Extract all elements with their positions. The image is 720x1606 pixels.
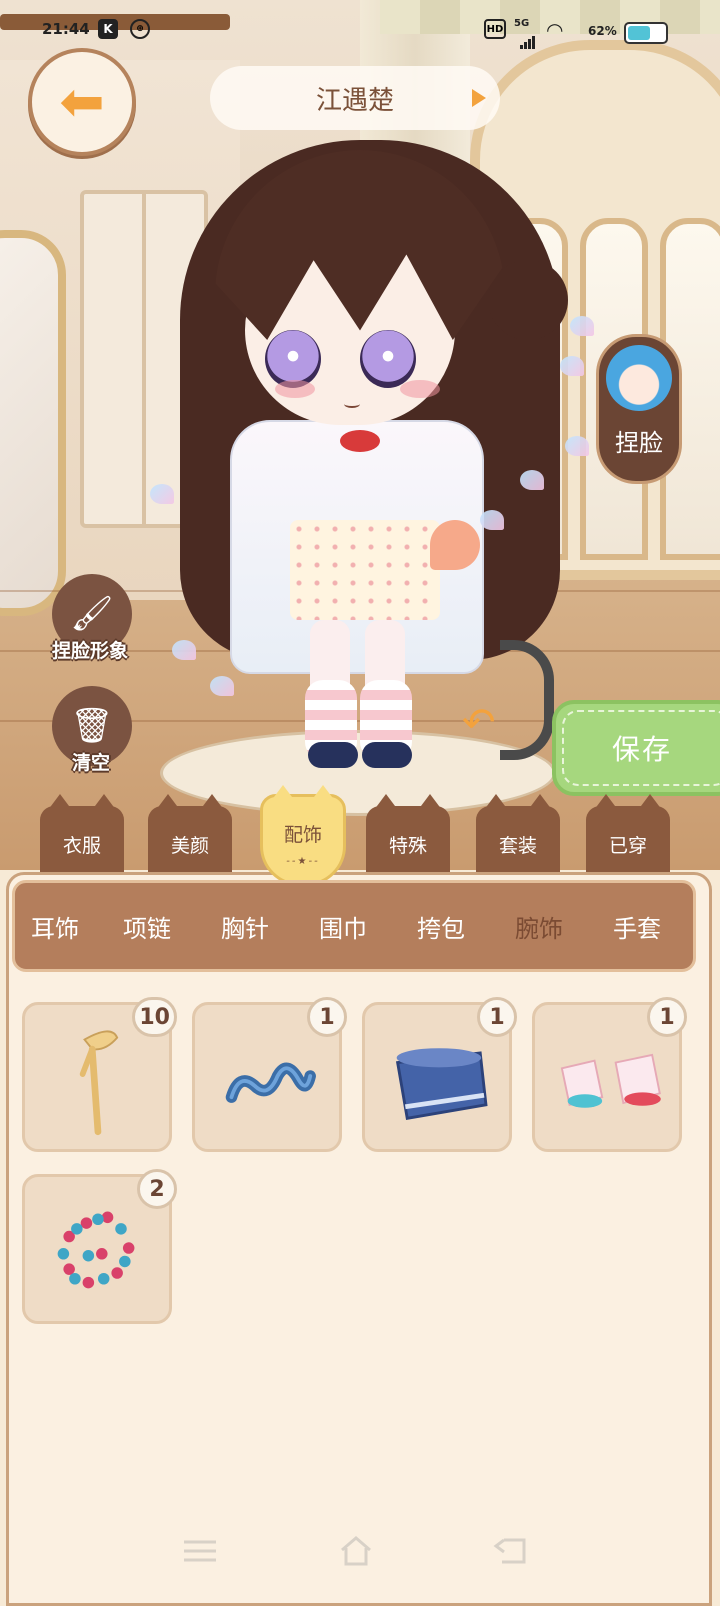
brush-icon: 🖌: [70, 594, 114, 634]
character-mouth: [344, 400, 360, 408]
tab-special[interactable]: 特殊: [366, 794, 450, 872]
status-time: 21:44: [42, 20, 90, 38]
pinch-face-button[interactable]: 捏脸: [596, 334, 682, 484]
butterfly-icon: [210, 676, 234, 696]
back-button[interactable]: ⬅: [28, 48, 136, 156]
butterfly-icon: [480, 510, 504, 530]
item-count-badge: 10: [132, 997, 177, 1037]
character-eye: [360, 330, 416, 388]
app-k-icon: K: [98, 19, 118, 39]
system-nav-bar: [0, 1530, 720, 1580]
clear-label: 清空: [72, 752, 111, 774]
subtab-earrings[interactable]: 耳饰: [31, 909, 79, 944]
tab-label: 套装: [498, 835, 537, 857]
tab-decoration: --★--: [286, 856, 320, 867]
avatar: [606, 345, 672, 411]
subtab-bracelet[interactable]: 腕饰: [515, 909, 563, 944]
battery-icon: [624, 22, 668, 44]
item-count-badge: 1: [307, 997, 347, 1037]
butterfly-icon: [520, 470, 544, 490]
menu-icon[interactable]: [180, 1534, 220, 1568]
item-count-badge: 2: [137, 1169, 177, 1209]
subtab-shoulder-bag[interactable]: 挎包: [417, 909, 465, 944]
trash-icon: 🗑: [70, 706, 114, 746]
tab-label: 配饰: [283, 823, 322, 846]
character-bag: [430, 520, 480, 570]
hd-icon: HD: [484, 19, 506, 39]
status-bar: 21:44 K ⊕ HD 5G ◠ 62%: [0, 14, 720, 49]
signal-icon: [520, 30, 536, 49]
pinch-face-label: 捏脸: [615, 429, 663, 457]
pinch-face-image-label: 捏脸形象: [52, 640, 129, 662]
tab-accessories[interactable]: 配饰 --★--: [260, 785, 346, 886]
character-hair-bun: [488, 260, 568, 340]
notification-icon: ⊕: [130, 19, 150, 39]
back-nav-icon[interactable]: [492, 1534, 532, 1568]
butterfly-icon: [150, 484, 174, 504]
back-arrow-icon: ⬅: [59, 70, 105, 133]
item-blue-cuff[interactable]: 1: [362, 997, 517, 1152]
butterfly-icon: [565, 436, 589, 456]
character-blush: [275, 380, 315, 398]
character-shoe: [362, 742, 412, 768]
play-icon[interactable]: [472, 89, 486, 107]
item-count-badge: 1: [647, 997, 687, 1037]
item-count-badge: 1: [477, 997, 517, 1037]
butterfly-icon: [560, 356, 584, 376]
rotate-icon[interactable]: ↶: [462, 700, 532, 748]
wifi-icon: ◠: [546, 18, 564, 42]
tab-clothes[interactable]: 衣服: [40, 794, 124, 872]
home-icon[interactable]: [336, 1534, 376, 1568]
tab-beauty[interactable]: 美颜: [148, 794, 232, 872]
butterfly-icon: [172, 640, 196, 660]
network-type: 5G: [514, 18, 530, 29]
butterfly-icon: [570, 316, 594, 336]
save-button[interactable]: 保存: [552, 700, 720, 796]
subcategory-bar: 耳饰 项链 胸针 围巾 挎包 腕饰 手套: [12, 880, 696, 972]
character-blush: [400, 380, 440, 398]
subtab-gloves[interactable]: 手套: [613, 909, 661, 944]
character-shoe: [308, 742, 358, 768]
standing-mirror: [0, 230, 66, 616]
save-label: 保存: [612, 733, 673, 766]
battery-percent: 62%: [588, 24, 617, 38]
item-pink-cuffs[interactable]: 1: [532, 997, 687, 1152]
subtab-scarf[interactable]: 围巾: [319, 909, 367, 944]
tab-label: 衣服: [62, 835, 101, 857]
tab-outfits[interactable]: 套装: [476, 794, 560, 872]
item-blue-wave-bracelet[interactable]: 1: [192, 997, 347, 1152]
character-dress: [290, 520, 440, 620]
item-ribbon-bracelet[interactable]: 10: [22, 997, 177, 1152]
tab-worn[interactable]: 已穿: [586, 794, 670, 872]
tab-label: 美颜: [170, 835, 209, 857]
character-bow: [340, 430, 380, 452]
tab-label: 已穿: [608, 835, 647, 857]
character-name: 江遇楚: [315, 85, 394, 116]
subtab-brooch[interactable]: 胸针: [221, 909, 269, 944]
tab-label: 特殊: [388, 835, 427, 857]
item-bead-bracelet[interactable]: 2: [22, 1169, 177, 1324]
subtab-necklace[interactable]: 项链: [123, 909, 171, 944]
character-name-field[interactable]: 江遇楚: [210, 66, 500, 130]
battery-fill: [628, 26, 650, 40]
